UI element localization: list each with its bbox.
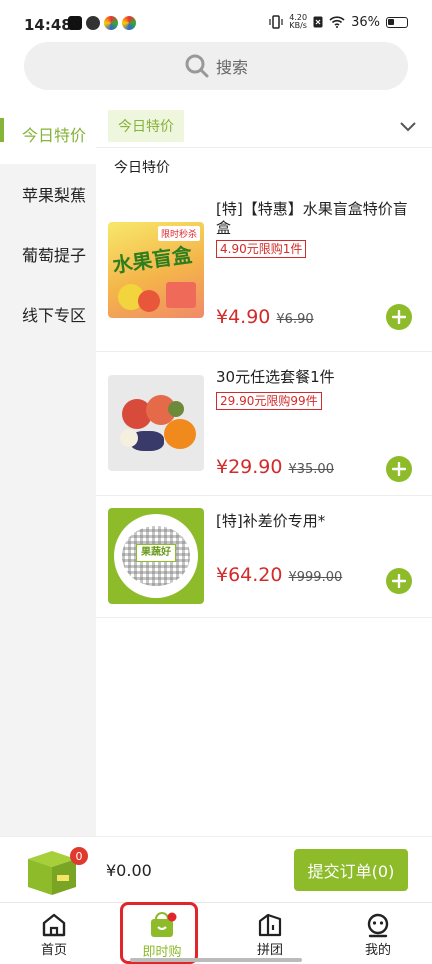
search-placeholder: 搜索 <box>215 58 248 77</box>
plus-icon <box>392 574 406 588</box>
app-notification-icon <box>86 16 100 30</box>
subcategory-row: 今日特价 <box>96 104 432 148</box>
plus-icon <box>392 310 406 324</box>
cart-bar: 0 ¥0.00 提交订单(0) <box>0 836 432 902</box>
system-icons: 4.20 KB/s 36% <box>269 14 408 30</box>
product-price: ¥64.20 ¥999.00 <box>216 564 343 586</box>
app-notification-icon <box>104 16 118 30</box>
net-speed: 4.20 KB/s <box>289 13 308 30</box>
battery-icon <box>386 16 408 28</box>
search-icon <box>185 54 209 78</box>
subcategory-chip[interactable]: 今日特价 <box>108 109 184 142</box>
blind-box-title: 水果盲盒 <box>110 242 194 278</box>
home-indicator <box>130 958 302 962</box>
sidebar-item-today-special[interactable]: 今日特价 <box>0 104 96 164</box>
tab-group-buy[interactable]: 拼团 <box>216 903 324 964</box>
product-price: ¥29.90 ¥35.00 <box>216 456 334 478</box>
flash-sale-tag: 限时秒杀 <box>157 226 200 241</box>
fruit-blind-box-image: 限时秒杀 水果盲盒 <box>108 222 204 318</box>
tab-profile[interactable]: 我的 <box>324 903 432 964</box>
product-item[interactable]: 30元任选套餐1件 29.90元限购99件 ¥29.90 ¥35.00 <box>96 352 432 496</box>
product-item[interactable]: 果蔬好 [特]补差价专用* ¥64.20 ¥999.00 <box>96 496 432 618</box>
wifi-icon <box>329 16 345 28</box>
status-time: 14:48 <box>24 16 72 34</box>
original-price: ¥35.00 <box>288 462 334 477</box>
product-price: ¥4.90 ¥6.90 <box>216 306 314 328</box>
group-icon <box>258 913 282 937</box>
add-to-cart-button[interactable] <box>386 304 412 330</box>
submit-order-button[interactable]: 提交订单(0) <box>294 849 408 891</box>
qr-code-image: 果蔬好 <box>108 508 204 604</box>
purchase-limit: 29.90元限购99件 <box>216 392 322 410</box>
tiktok-icon <box>68 16 82 30</box>
category-sidebar: 今日特价 苹果梨蕉 葡萄提子 线下专区 <box>0 104 96 836</box>
profile-icon <box>367 913 389 938</box>
add-to-cart-button[interactable] <box>386 568 412 594</box>
cart-total: ¥0.00 <box>106 861 152 880</box>
product-name: [特]【特惠】水果盲盒特价盲盒 <box>216 200 408 237</box>
app-notification-icon <box>122 16 136 30</box>
product-name: 30元任选套餐1件 <box>216 368 335 386</box>
product-name: [特]补差价专用* <box>216 512 326 530</box>
battery-percent: 36% <box>351 14 380 30</box>
product-content: 今日特价 今日特价 限时秒杀 水果盲盒 [特]【特惠】水果盲盒特价盲盒 4.90… <box>96 104 432 618</box>
tab-home[interactable]: 首页 <box>0 903 108 964</box>
plus-icon <box>392 462 406 476</box>
chevron-down-icon[interactable] <box>398 116 418 136</box>
vibrate-icon <box>269 15 283 29</box>
add-to-cart-button[interactable] <box>386 456 412 482</box>
sidebar-item-offline[interactable]: 线下专区 <box>0 284 96 344</box>
sim-x-icon <box>313 16 323 28</box>
fruit-combo-image <box>108 375 204 471</box>
original-price: ¥999.00 <box>288 570 343 585</box>
notification-icons <box>68 16 136 30</box>
sidebar-item-grapes[interactable]: 葡萄提子 <box>0 224 96 284</box>
home-icon <box>42 913 66 937</box>
status-bar: 14:48 4.20 KB/s 36% <box>0 0 432 40</box>
section-title: 今日特价 <box>114 160 170 176</box>
cart-count-badge: 0 <box>70 847 88 865</box>
bottom-tabbar: 首页 即时购 拼团 我的 <box>0 902 432 964</box>
sidebar-item-apple-pear-banana[interactable]: 苹果梨蕉 <box>0 164 96 224</box>
product-item[interactable]: 限时秒杀 水果盲盒 [特]【特惠】水果盲盒特价盲盒 4.90元限购1件 ¥4.9… <box>96 186 432 352</box>
qr-logo-text: 果蔬好 <box>136 544 176 562</box>
original-price: ¥6.90 <box>276 312 314 327</box>
tab-instant-buy[interactable]: 即时购 <box>108 903 216 964</box>
search-bar[interactable]: 搜索 <box>24 42 408 90</box>
purchase-limit: 4.90元限购1件 <box>216 240 307 258</box>
bag-icon <box>151 912 177 937</box>
